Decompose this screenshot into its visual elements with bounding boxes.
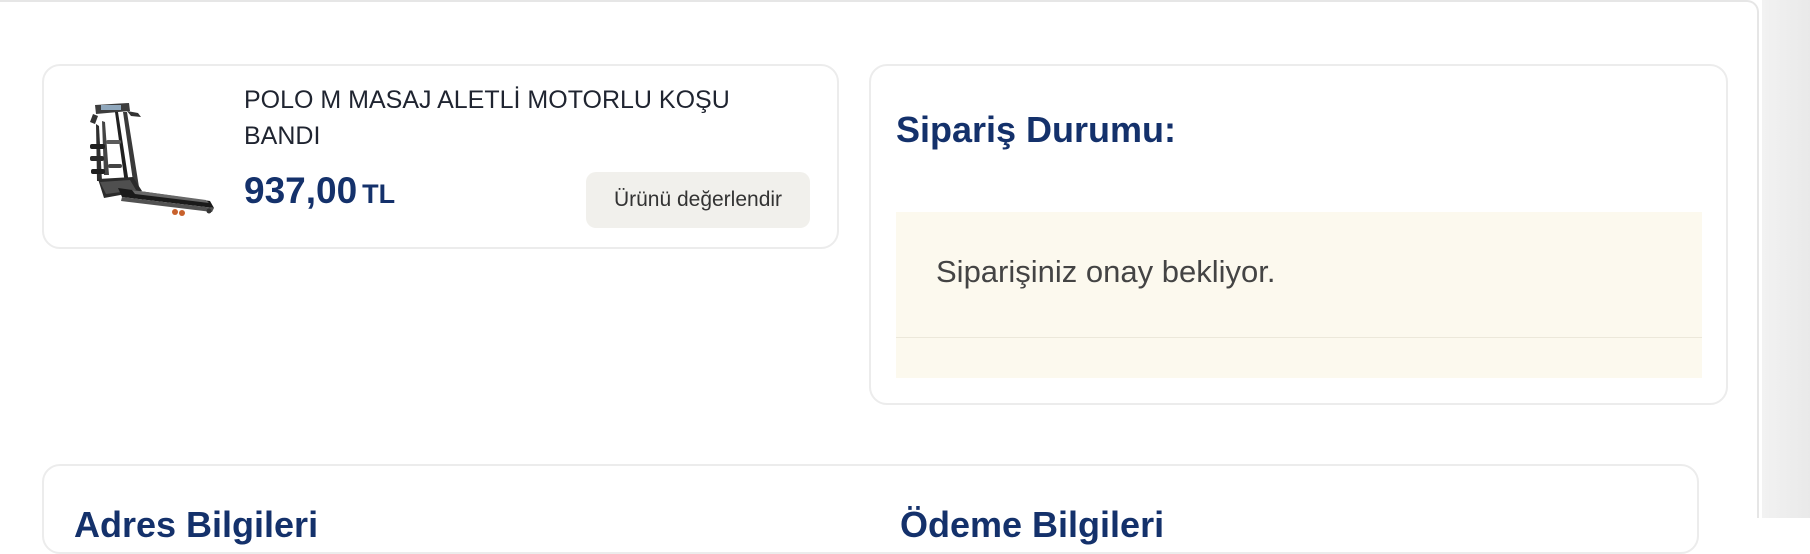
order-status-title: Sipariş Durumu: <box>896 109 1177 150</box>
address-info-title: Adres Bilgileri <box>74 504 319 545</box>
treadmill-image <box>78 90 218 218</box>
scroll-shadow <box>1762 0 1810 518</box>
order-status-message: Siparişiniz onay bekliyor. <box>936 254 1276 289</box>
payment-info-title: Ödeme Bilgileri <box>900 504 1165 545</box>
order-info-card: Adres Bilgileri Ödeme Bilgileri <box>42 464 1699 554</box>
order-status-box: Siparişiniz onay bekliyor. <box>896 212 1702 378</box>
status-divider <box>896 337 1702 338</box>
review-product-button[interactable]: Ürünü değerlendir <box>586 172 810 228</box>
order-detail-panel: POLO M MASAJ ALETLİ MOTORLU KOŞU BANDI 9… <box>0 0 1759 554</box>
product-price: 937,00 TL <box>244 170 395 212</box>
price-value: 937,00 <box>244 170 358 211</box>
price-currency: TL <box>362 179 396 209</box>
product-name[interactable]: POLO M MASAJ ALETLİ MOTORLU KOŞU BANDI <box>244 82 804 154</box>
order-status-card: Sipariş Durumu: Siparişiniz onay bekliyo… <box>869 64 1728 405</box>
order-product-card: POLO M MASAJ ALETLİ MOTORLU KOŞU BANDI 9… <box>42 64 839 249</box>
